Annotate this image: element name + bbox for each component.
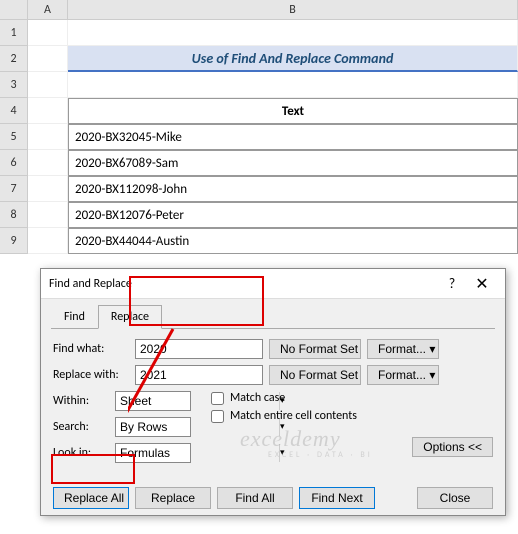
cell[interactable]	[28, 176, 68, 202]
row-header[interactable]: 3	[0, 72, 28, 98]
tab-replace[interactable]: Replace	[98, 305, 162, 329]
table-row[interactable]: 2020-BX67089-Sam	[68, 150, 518, 176]
cell[interactable]	[28, 98, 68, 124]
find-all-button[interactable]: Find All	[217, 487, 293, 509]
lookin-label: Look in:	[53, 446, 109, 460]
table-row[interactable]: 2020-BX32045-Mike	[68, 124, 518, 150]
select-all-corner[interactable]	[0, 0, 28, 19]
lookin-combo[interactable]: ▾	[115, 443, 191, 463]
find-what-combo[interactable]: ▾	[135, 339, 263, 359]
row-header[interactable]: 5	[0, 124, 28, 150]
find-format-preview[interactable]: No Format Set	[269, 339, 361, 359]
spreadsheet: A B 1 2 Use of Find And Replace Command 3…	[0, 0, 518, 254]
cell[interactable]	[28, 72, 68, 98]
help-button[interactable]: ?	[437, 275, 467, 292]
cell[interactable]	[68, 72, 518, 98]
row-header[interactable]: 4	[0, 98, 28, 124]
within-label: Within:	[53, 394, 109, 408]
table-row[interactable]: 2020-BX44044-Austin	[68, 228, 518, 254]
cell[interactable]	[28, 202, 68, 228]
table-header[interactable]: Text	[68, 98, 518, 124]
search-label: Search:	[53, 420, 109, 434]
cell[interactable]	[28, 20, 68, 46]
cell[interactable]	[28, 150, 68, 176]
match-case-label: Match case	[230, 391, 285, 405]
match-case-checkbox[interactable]	[211, 392, 224, 405]
row-header[interactable]: 1	[0, 20, 28, 46]
cell[interactable]	[28, 228, 68, 254]
replace-button[interactable]: Replace	[135, 487, 211, 509]
column-header-A[interactable]: A	[28, 0, 68, 19]
close-icon[interactable]: ✕	[467, 274, 497, 294]
cell[interactable]	[68, 20, 518, 46]
dialog-title: Find and Replace	[49, 277, 437, 291]
row-header[interactable]: 8	[0, 202, 28, 228]
row-header[interactable]: 7	[0, 176, 28, 202]
match-contents-label: Match entire cell contents	[230, 409, 357, 423]
column-header-B[interactable]: B	[68, 0, 518, 19]
find-next-button[interactable]: Find Next	[299, 487, 375, 509]
close-button[interactable]: Close	[417, 487, 493, 509]
find-format-button[interactable]: Format... ▾	[367, 339, 439, 359]
within-combo[interactable]: ▾	[115, 391, 191, 411]
search-combo[interactable]: ▾	[115, 417, 191, 437]
find-what-label: Find what:	[53, 342, 129, 356]
table-row[interactable]: 2020-BX112098-John	[68, 176, 518, 202]
cell[interactable]	[28, 46, 68, 72]
options-button[interactable]: Options <<	[412, 437, 493, 457]
table-row[interactable]: 2020-BX12076-Peter	[68, 202, 518, 228]
title-cell[interactable]: Use of Find And Replace Command	[68, 46, 518, 72]
match-contents-checkbox[interactable]	[211, 410, 224, 423]
tab-find[interactable]: Find	[51, 305, 98, 329]
row-header[interactable]: 6	[0, 150, 28, 176]
replace-format-button[interactable]: Format... ▾	[367, 365, 439, 385]
cell[interactable]	[28, 124, 68, 150]
replace-format-preview[interactable]: No Format Set	[269, 365, 361, 385]
replace-with-combo[interactable]: ▾	[135, 365, 263, 385]
replace-all-button[interactable]: Replace All	[53, 487, 129, 509]
row-header[interactable]: 2	[0, 46, 28, 72]
find-replace-dialog: Find and Replace ? ✕ Find Replace Find w…	[40, 268, 506, 516]
row-header[interactable]: 9	[0, 228, 28, 254]
replace-with-label: Replace with:	[53, 368, 129, 382]
